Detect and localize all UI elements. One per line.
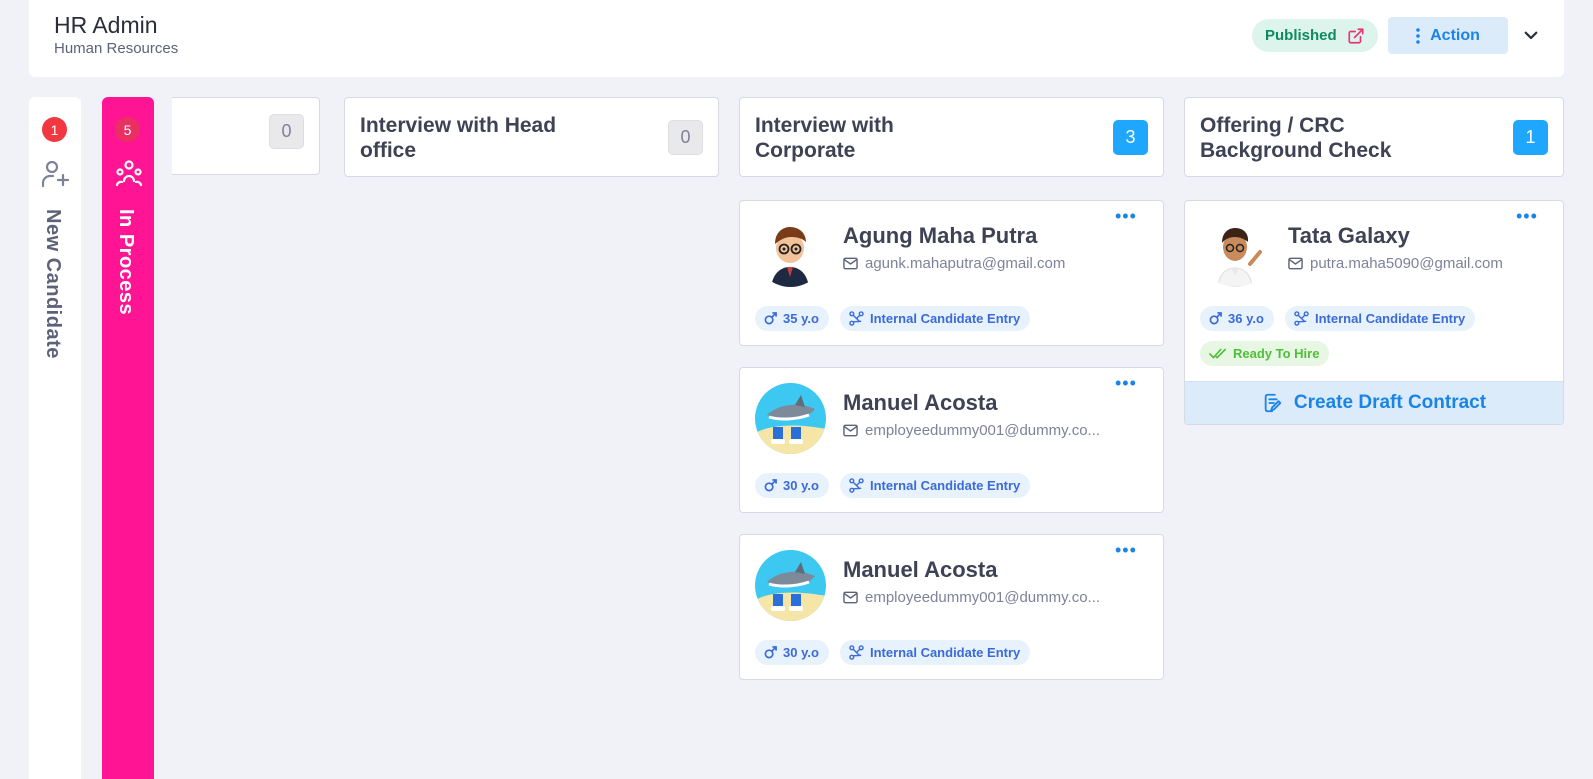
age-text: 30 y.o — [783, 645, 819, 660]
age-pill: 35 y.o — [755, 306, 829, 331]
candidate-email: agunk.mahaputra@gmail.com — [843, 255, 1065, 272]
column-count: 1 — [1513, 120, 1548, 155]
count-badge: 1 — [42, 117, 67, 142]
network-icon — [849, 478, 864, 493]
button-label: Create Draft Contract — [1293, 392, 1487, 413]
page-header: HR Admin Human Resources Published Actio… — [29, 0, 1564, 77]
source-text: Internal Candidate Entry — [870, 311, 1021, 326]
source-pill: Internal Candidate Entry — [1285, 306, 1476, 331]
tab-label: In Process — [115, 209, 137, 316]
column-header: 0 — [172, 97, 320, 175]
more-options-icon[interactable]: ••• — [1115, 207, 1137, 225]
create-draft-contract-button[interactable]: Create Draft Contract — [1185, 381, 1563, 424]
action-label: Action — [1430, 26, 1480, 44]
candidate-card[interactable]: Agung Maha Putra agunk.mahaputra@gmail.c… — [739, 200, 1164, 346]
column-header: Offering / CRC Background Check 1 — [1184, 97, 1564, 177]
age-text: 35 y.o — [783, 311, 819, 326]
mail-icon — [843, 424, 858, 437]
candidate-email: employeedummy001@dummy.co... — [843, 589, 1100, 606]
candidate-email: employeedummy001@dummy.co... — [843, 422, 1100, 439]
published-badge[interactable]: Published — [1252, 19, 1378, 52]
avatar — [755, 216, 826, 287]
candidate-card[interactable]: Manuel Acosta employeedummy001@dummy.co.… — [739, 367, 1164, 513]
column-title: Interview with Head office — [360, 114, 557, 162]
source-pill: Internal Candidate Entry — [840, 306, 1031, 331]
candidate-name: Agung Maha Putra — [843, 223, 1038, 248]
age-pill: 30 y.o — [755, 640, 829, 665]
more-options-icon[interactable]: ••• — [1115, 541, 1137, 559]
column-header: Interview with Corporate 3 — [739, 97, 1164, 177]
column-title: Offering / CRC Background Check — [1200, 114, 1392, 162]
email-text: employeedummy001@dummy.co... — [865, 422, 1101, 439]
email-text: putra.maha5090@gmail.com — [1310, 255, 1503, 272]
source-text: Internal Candidate Entry — [870, 478, 1021, 493]
male-icon — [764, 646, 777, 659]
team-icon — [115, 160, 143, 187]
age-pill: 30 y.o — [755, 473, 829, 498]
candidate-name: Manuel Acosta — [843, 557, 998, 582]
avatar — [755, 550, 826, 621]
tab-new-candidate[interactable]: 1 New Candidate — [29, 97, 81, 779]
male-icon — [764, 479, 777, 492]
source-text: Internal Candidate Entry — [870, 645, 1021, 660]
more-options-icon[interactable]: ••• — [1115, 374, 1137, 392]
age-text: 36 y.o — [1228, 311, 1264, 326]
double-check-icon — [1209, 348, 1227, 359]
more-options-icon[interactable]: ••• — [1516, 207, 1538, 225]
mail-icon — [843, 591, 858, 604]
candidate-card[interactable]: Manuel Acosta employeedummy001@dummy.co.… — [739, 534, 1164, 680]
column-count: 0 — [668, 120, 703, 155]
status-pill: Ready To Hire — [1200, 341, 1330, 366]
male-icon — [1209, 312, 1222, 325]
email-text: employeedummy001@dummy.co... — [865, 589, 1101, 606]
network-icon — [849, 645, 864, 660]
avatar — [755, 383, 826, 454]
email-text: agunk.mahaputra@gmail.com — [865, 255, 1066, 272]
count-badge: 5 — [115, 117, 140, 142]
column-header: Interview with Head office 0 — [344, 97, 719, 177]
column-title: Interview with Corporate — [755, 114, 894, 162]
candidate-name: Tata Galaxy — [1288, 223, 1410, 248]
source-pill: Internal Candidate Entry — [840, 640, 1031, 665]
external-link-icon — [1348, 27, 1364, 44]
candidate-card[interactable]: Tata Galaxy putra.maha5090@gmail.com •••… — [1184, 200, 1564, 425]
tab-in-process[interactable]: 5 In Process — [102, 97, 154, 779]
chevron-down-icon[interactable] — [1522, 26, 1540, 44]
network-icon — [849, 311, 864, 326]
add-user-icon — [42, 160, 70, 188]
mail-icon — [843, 257, 858, 270]
tab-label: New Candidate — [42, 209, 64, 359]
published-label: Published — [1265, 27, 1337, 44]
age-text: 30 y.o — [783, 478, 819, 493]
network-icon — [1294, 311, 1309, 326]
action-button[interactable]: Action — [1388, 17, 1508, 54]
status-text: Ready To Hire — [1233, 346, 1320, 361]
candidate-name: Manuel Acosta — [843, 390, 998, 415]
page-title: HR Admin — [54, 12, 158, 38]
age-pill: 36 y.o — [1200, 306, 1274, 331]
column-count: 3 — [1113, 120, 1148, 155]
avatar — [1200, 216, 1271, 287]
mail-icon — [1288, 257, 1303, 270]
candidate-email: putra.maha5090@gmail.com — [1288, 255, 1503, 272]
page-subtitle: Human Resources — [54, 40, 179, 57]
male-icon — [764, 312, 777, 325]
source-text: Internal Candidate Entry — [1315, 311, 1466, 326]
contract-icon — [1264, 393, 1282, 413]
vertical-dots-icon — [1416, 27, 1420, 44]
column-count: 0 — [269, 114, 304, 149]
source-pill: Internal Candidate Entry — [840, 473, 1031, 498]
